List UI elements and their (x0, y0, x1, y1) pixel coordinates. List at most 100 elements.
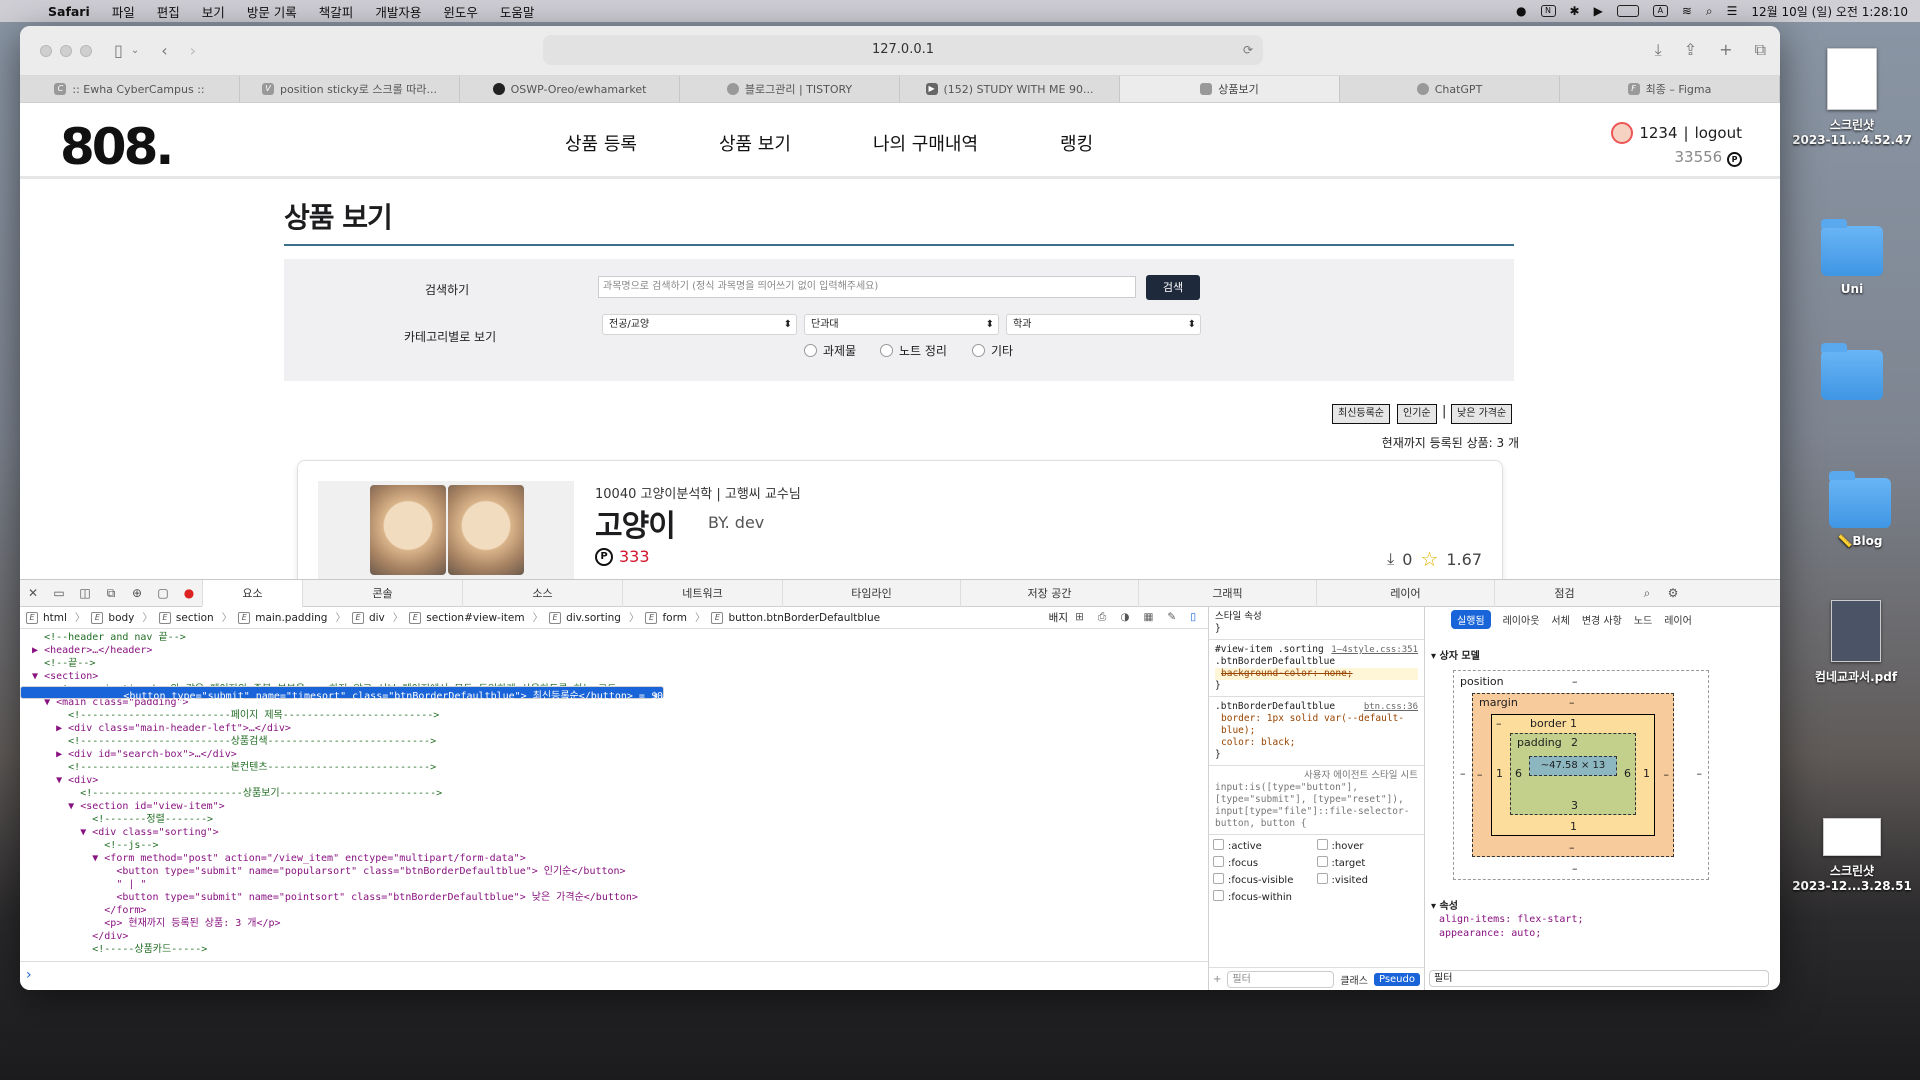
tab-layout[interactable]: 레이아웃 (1503, 612, 1540, 627)
dom-node[interactable]: </form> (20, 904, 1208, 917)
browser-tab[interactable]: ▶ (152) STUDY WITH ME 90... (900, 76, 1120, 102)
play-icon[interactable]: ▶ (1594, 4, 1603, 18)
dom-tree[interactable]: <!--header and nav 끝--> ▶ <header>…</hea… (20, 631, 1208, 961)
tab-elements[interactable]: 요소 (202, 579, 302, 607)
browser-tab[interactable]: F 최종 – Figma (1560, 76, 1780, 102)
status-icon[interactable]: ● (1516, 4, 1526, 18)
menu-file[interactable]: 파일 (112, 2, 135, 21)
dom-node[interactable]: <button type="submit" name="pointsort" c… (20, 891, 1208, 904)
print-icon[interactable]: ⎙ (1098, 611, 1106, 624)
control-center-icon[interactable]: ☰ (1727, 4, 1738, 18)
sidebar-icon[interactable]: ▯ (114, 41, 123, 60)
pseudo-focus-visible[interactable]: :focus-visible (1213, 873, 1317, 886)
clock[interactable]: 12월 10일 (일) 오전 1:28:10 (1751, 3, 1908, 20)
avatar[interactable] (1611, 122, 1634, 144)
download-icon[interactable]: ⤓ (1655, 40, 1662, 60)
desktop-screenshot-2[interactable]: 스크린샷 2023-12...3.28.51 (1792, 818, 1912, 893)
pseudo-active[interactable]: :active (1213, 839, 1317, 852)
select-college[interactable]: 단과대 (804, 314, 999, 335)
tab-layer[interactable]: 레이어 (1664, 612, 1692, 627)
rule-source[interactable]: btn.css:36 (1364, 701, 1418, 713)
dom-node[interactable]: <p> 현재까지 등록된 상품: 3 개</p> (20, 917, 1208, 930)
menu-view[interactable]: 보기 (202, 2, 225, 21)
desktop-pdf[interactable]: 컴네교과서.pdf (1796, 600, 1916, 685)
style-rule[interactable]: btn.css:36 .btnBorderDefaultblue border:… (1209, 697, 1424, 766)
dom-node[interactable]: <button type="submit" name="popularsort"… (20, 865, 1208, 878)
dom-node[interactable]: <!--js--> (20, 839, 1208, 852)
dom-node[interactable]: <!-------------------------본컨텐츠---------… (20, 761, 1208, 774)
pseudo-hover[interactable]: :hover (1317, 839, 1421, 852)
dom-node[interactable]: <!-------------------------상품보기---------… (20, 787, 1208, 800)
pen-icon[interactable]: ✎ (1167, 611, 1176, 624)
nav-register[interactable]: 상품 등록 (565, 130, 637, 156)
menu-bookmarks[interactable]: 책갈피 (319, 2, 354, 21)
radio-notes[interactable]: 노트 정리 (880, 342, 947, 359)
dom-node[interactable]: ▶ <div id="search-box">…</div> (20, 748, 1208, 761)
search-input[interactable]: 과목명으로 검색하기 (정식 과목명을 띄어쓰기 없이 입력해주세요) (598, 276, 1136, 298)
desktop-folder-2[interactable] (1792, 343, 1912, 406)
browser-tab[interactable]: C:: Ewha CyberCampus :: (20, 76, 240, 102)
device-icon[interactable]: ▢ (150, 586, 176, 600)
reload-icon[interactable]: ⟳ (1243, 35, 1253, 65)
address-bar[interactable]: 127.0.0.1 ⟳ (543, 35, 1263, 65)
browser-tab[interactable]: ChatGPT (1340, 76, 1560, 102)
tab-storage[interactable]: 저장 공간 (960, 579, 1138, 607)
dom-node[interactable]: <!-----상품카드-----> (20, 943, 1208, 956)
dock-bottom-icon[interactable]: ▭ (46, 586, 72, 600)
menu-develop[interactable]: 개발자용 (375, 2, 421, 21)
dom-node[interactable]: <!-------------------------페이지 제목-------… (20, 709, 1208, 722)
logout-link[interactable]: logout (1695, 124, 1742, 142)
bluetooth-icon[interactable]: ✱ (1570, 4, 1580, 18)
menu-window[interactable]: 윈도우 (443, 2, 478, 21)
props-header[interactable]: ▾ 속성 (1431, 897, 1458, 912)
dom-node[interactable]: ▼ <div> (20, 774, 1208, 787)
tab-network[interactable]: 네트워크 (622, 579, 782, 607)
pseudo-target[interactable]: :target (1317, 856, 1421, 869)
crumb-item[interactable]: Ediv 〉 (351, 610, 403, 625)
detach-icon[interactable]: ⧉ (98, 586, 124, 601)
crumb-item[interactable]: Ebutton.btnBorderDefaultblue (711, 611, 880, 624)
new-tab-icon[interactable]: + (1719, 40, 1732, 60)
browser-tab[interactable]: Vposition sticky로 스크롤 따라... (240, 76, 460, 102)
radio-etc[interactable]: 기타 (972, 342, 1013, 359)
wifi-icon[interactable]: ≋ (1682, 4, 1692, 18)
layout-icon[interactable]: ▦ (1143, 611, 1153, 624)
console-prompt[interactable]: › (20, 961, 1208, 990)
tab-changes[interactable]: 변경 사항 (1582, 612, 1622, 627)
dom-node[interactable]: <!-------정렬-------> (20, 813, 1208, 826)
gear-icon[interactable]: ⚙ (1660, 586, 1686, 600)
tab-audit[interactable]: 점검 (1494, 579, 1634, 607)
share-icon[interactable]: ⇪ (1684, 40, 1697, 60)
dom-node[interactable]: ▼ <div class="sorting"> (20, 826, 1208, 839)
crumb-item[interactable]: Ebody 〉 (91, 610, 153, 625)
crumb-item[interactable]: Emain.padding 〉 (238, 610, 346, 625)
tab-graphics[interactable]: 그래픽 (1138, 579, 1316, 607)
nav-view-items[interactable]: 상품 보기 (719, 130, 791, 156)
menu-history[interactable]: 방문 기록 (247, 2, 297, 21)
product-card[interactable]: 10040 고양이분석학 | 고행씨 교수님 고양이 BY. dev P 333 … (297, 460, 1503, 579)
pseudo-toggle[interactable]: Pseudo (1373, 973, 1420, 986)
grid-icon[interactable]: ⊞ (1075, 611, 1084, 624)
nav-purchases[interactable]: 나의 구매내역 (873, 130, 978, 156)
dom-node[interactable]: ▶ <div class="main-header-left">…</div> (20, 722, 1208, 735)
dom-node-selected[interactable]: <button type="submit" name="timesort" cl… (20, 686, 665, 706)
dom-node[interactable]: " | " (20, 878, 1208, 891)
dom-node[interactable]: <!--끝--> (20, 657, 1208, 670)
crumb-item[interactable]: Ehtml 〉 (26, 610, 85, 625)
computed-prop[interactable]: appearance: auto; (1439, 927, 1584, 941)
browser-tab-active[interactable]: 상품보기 (1120, 76, 1340, 102)
menu-edit[interactable]: 편집 (157, 2, 180, 21)
style-attribute[interactable]: 스타일 속성} (1209, 607, 1424, 640)
dock-side-icon[interactable]: ◫ (72, 586, 98, 600)
crumb-item[interactable]: Esection#view-item 〉 (409, 610, 543, 625)
panel-icon[interactable]: ▯ (1190, 611, 1196, 624)
tab-layers[interactable]: 레이어 (1316, 579, 1494, 607)
radio-assignment[interactable]: 과제물 (804, 342, 856, 359)
pseudo-visited[interactable]: :visited (1317, 873, 1421, 886)
style-rule[interactable]: 1–4style.css:351 #view-item .sorting .bt… (1209, 640, 1424, 697)
forward-button[interactable]: › (190, 41, 196, 60)
search-button[interactable]: 검색 (1146, 275, 1200, 300)
tab-console[interactable]: 콘솔 (302, 579, 462, 607)
desktop-folder-uni[interactable]: Uni (1792, 219, 1912, 296)
tab-computed[interactable]: 실행됨 (1451, 609, 1491, 629)
